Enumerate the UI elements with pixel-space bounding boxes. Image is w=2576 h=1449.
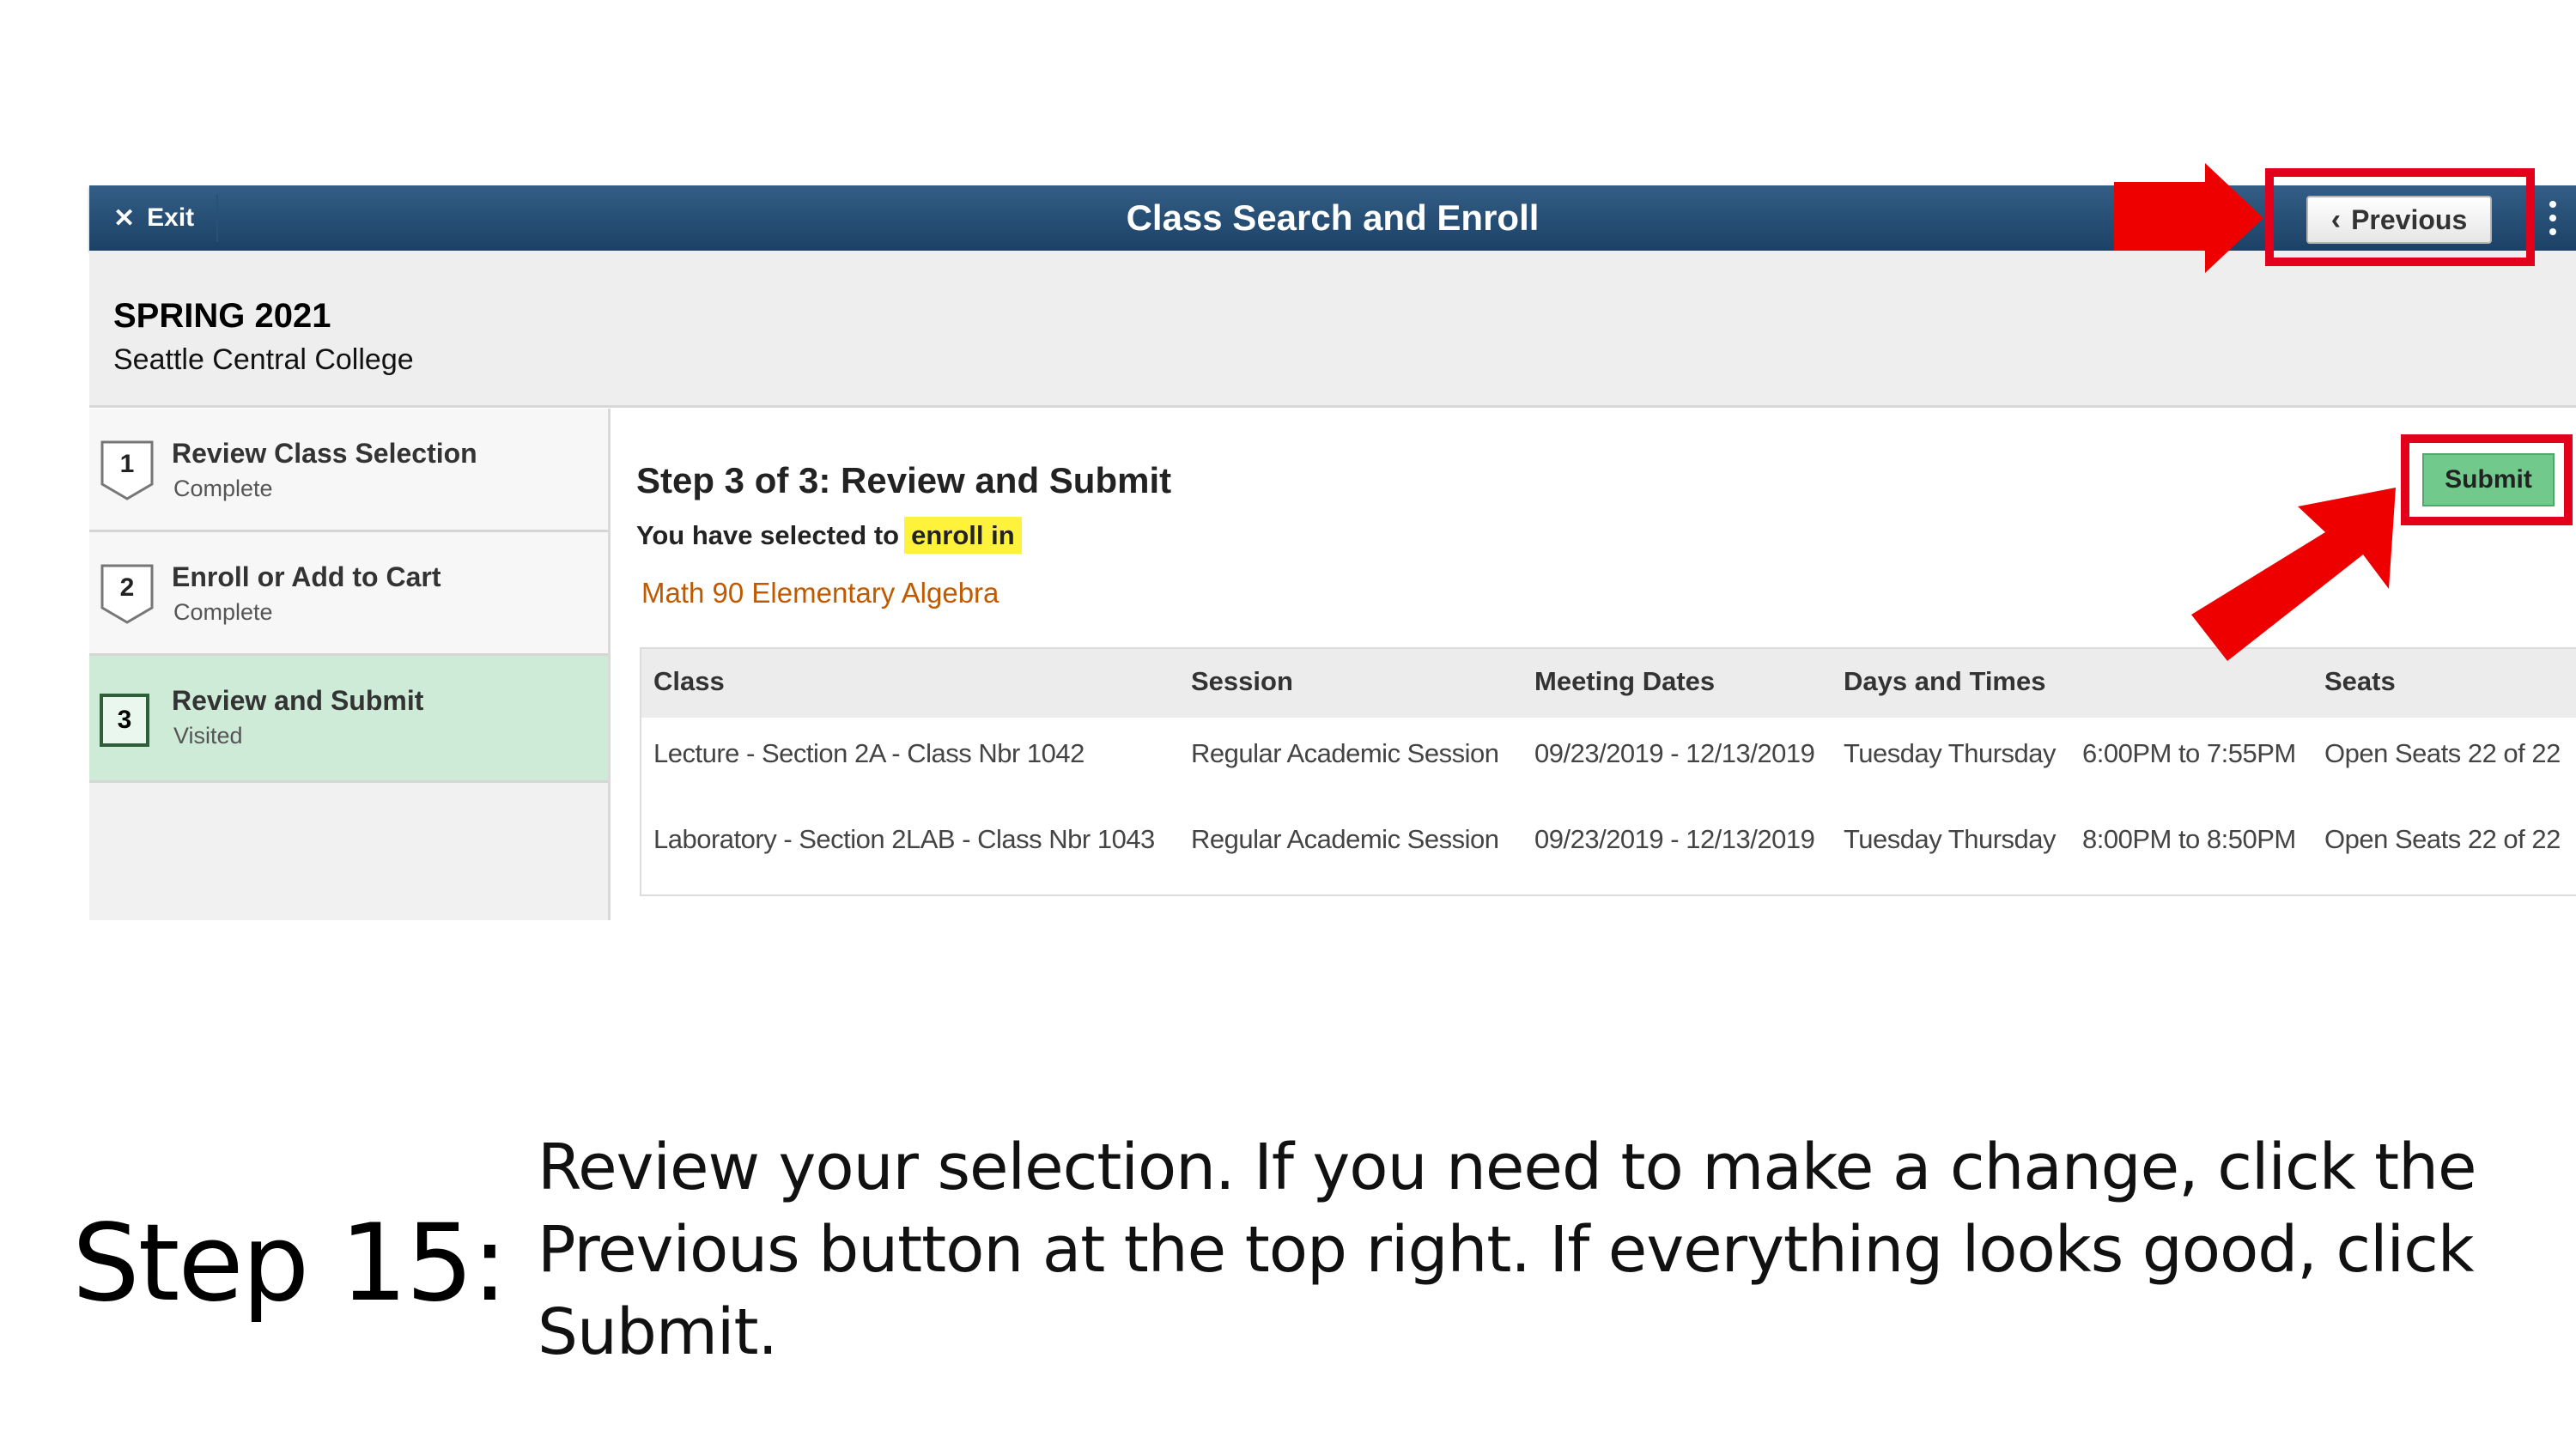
arrow-up-right-icon [2191, 488, 2396, 661]
instruction-part: . [757, 1295, 779, 1369]
previous-keyword: Previous [538, 1213, 800, 1287]
instruction-part: Review your selection. If you need to ma… [538, 1131, 2477, 1204]
step-label: Step 15: [72, 1202, 507, 1325]
arrow-right-icon [2114, 163, 2263, 273]
submit-keyword: Submit [538, 1295, 759, 1369]
instruction-text: Review your selection. If you need to ma… [538, 1126, 2547, 1373]
instruction-part: button at the top right. If everything l… [799, 1213, 2474, 1287]
